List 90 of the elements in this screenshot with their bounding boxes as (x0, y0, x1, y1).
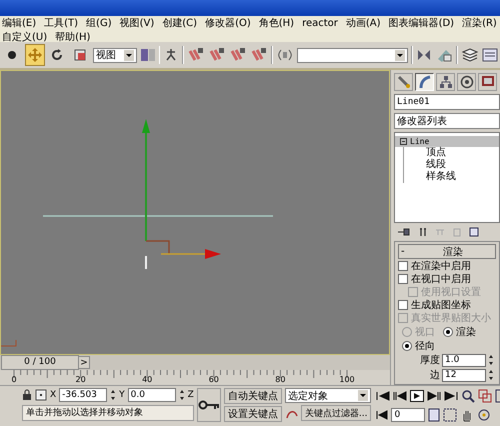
menu-item[interactable]: 组(G) (86, 16, 112, 30)
key-mode-dropdown[interactable]: 选定对象 (284, 388, 371, 403)
checkbox[interactable]: 在视口中启用 (398, 273, 496, 285)
menu-item[interactable]: 修改器(O) (205, 16, 251, 30)
go-to-start-icon[interactable] (376, 390, 390, 402)
menu-item[interactable]: 创建(C) (162, 16, 198, 30)
frame-number: 100 (339, 375, 355, 385)
wheel-icon (460, 75, 474, 89)
menu-item[interactable]: 帮助(H) (55, 30, 90, 42)
spinner-label: 厚度 (420, 354, 440, 367)
next-frame-button[interactable]: > (78, 356, 90, 369)
mirror-icon[interactable] (416, 47, 432, 63)
menu-item[interactable]: 工具(T) (44, 16, 78, 30)
world-axis-icon (1, 340, 16, 346)
key-icon (198, 400, 220, 410)
x-axis-arrow (161, 249, 221, 259)
frame-number: 40 (142, 375, 152, 385)
auto-key-button[interactable]: 自动关键点 (224, 388, 282, 404)
modify-tab[interactable] (415, 73, 434, 91)
menu-item[interactable]: 视图(V) (120, 16, 154, 30)
orbit-icon[interactable] (477, 408, 492, 422)
frame-number: 60 (208, 375, 219, 385)
rotate-icon (50, 48, 64, 62)
frame-number: 20 (76, 375, 86, 385)
previous-frame-icon[interactable] (393, 390, 408, 402)
checkbox[interactable]: 在渲染中启用 (398, 260, 496, 272)
hierarchy-tab[interactable] (436, 73, 455, 91)
move-icon (26, 47, 43, 63)
spinner-label: 边 (430, 368, 440, 382)
motion-tab[interactable] (457, 73, 476, 91)
spinner-arrows-icon[interactable] (178, 389, 185, 401)
spinner-arrows-icon[interactable] (488, 369, 494, 381)
bend-icon (418, 75, 432, 89)
x-coordinate-field[interactable]: -36.503 (59, 388, 108, 402)
current-frame-field[interactable]: 0 (391, 408, 426, 422)
menu-item[interactable]: 编辑(E) (2, 16, 36, 30)
frame-indicator[interactable]: 0 / 100 (1, 355, 79, 370)
align-icon[interactable] (435, 47, 454, 63)
y-coordinate-field[interactable]: 0.0 (128, 388, 176, 402)
modifier-list-dropdown[interactable]: 修改器列表 (394, 113, 500, 129)
key-filters-button[interactable]: 关键点过滤器... (300, 405, 372, 421)
hierarchy-icon (438, 75, 452, 89)
frame-number: 0 (11, 375, 17, 385)
status-prompt: 单击并拖动以选择并移动对象 (22, 405, 194, 421)
wand-icon (396, 75, 410, 89)
scale-icon (73, 48, 88, 62)
radio-button[interactable]: 径向 (402, 339, 435, 352)
lock-icon[interactable] (22, 389, 32, 401)
selection-set-dropdown[interactable] (297, 48, 408, 62)
coordinate-label: X (50, 390, 56, 400)
menu-item[interactable]: 角色(H) (258, 16, 294, 30)
key-button[interactable] (196, 388, 221, 422)
sub-object-item[interactable]: 样条线 (403, 171, 499, 183)
zoom-all-icon[interactable] (478, 389, 492, 403)
spinner-arrows-icon[interactable] (488, 354, 494, 366)
spinner-field[interactable]: 1.0 (442, 354, 486, 366)
cursor-mark (145, 256, 147, 269)
go-to-end-icon[interactable] (444, 390, 458, 402)
menu-item[interactable]: reactor (302, 18, 338, 28)
view-dropdown[interactable]: 视图 (93, 48, 137, 62)
collapse-box-icon[interactable] (400, 138, 407, 145)
coordinate-label: Y (119, 390, 125, 400)
zoom-icon[interactable] (461, 389, 476, 403)
play-icon[interactable] (410, 390, 424, 402)
layers-icon[interactable] (461, 47, 480, 63)
monitor-icon (480, 75, 494, 89)
plane-handle[interactable] (146, 240, 170, 254)
next-frame-icon[interactable] (427, 390, 442, 402)
display-tab[interactable] (478, 73, 497, 91)
set-key-button[interactable]: 设置关键点 (224, 406, 282, 422)
menu-item[interactable]: 渲染(R) (462, 16, 497, 30)
show-result-icon[interactable] (418, 226, 428, 237)
radio-button[interactable]: 渲染 (443, 325, 476, 338)
spinner-arrows-icon[interactable] (110, 389, 116, 401)
sub-object-item[interactable]: 顶点 (403, 147, 499, 159)
create-tab[interactable] (394, 73, 413, 91)
menu-item[interactable]: 自定义(U) (2, 30, 48, 42)
selection-mode-icon[interactable] (35, 389, 47, 401)
stack-item[interactable]: Line (395, 136, 499, 147)
object-name-field[interactable]: Line01 (394, 94, 500, 110)
coordinate-label: Z (188, 390, 194, 400)
frame-number: 80 (275, 375, 286, 385)
spinner-field[interactable]: 12 (442, 368, 486, 382)
menu-item[interactable]: 图表编辑器(D) (388, 16, 454, 30)
rollout-header[interactable]: - 渲染 (398, 244, 496, 259)
menu-item[interactable]: 动画(A) (346, 16, 381, 30)
sub-object-item[interactable]: 线段 (403, 159, 499, 171)
checkbox[interactable]: 生成贴图坐标 (398, 299, 496, 311)
region-zoom-icon[interactable] (443, 408, 458, 422)
pin-stack-icon[interactable] (397, 226, 411, 237)
